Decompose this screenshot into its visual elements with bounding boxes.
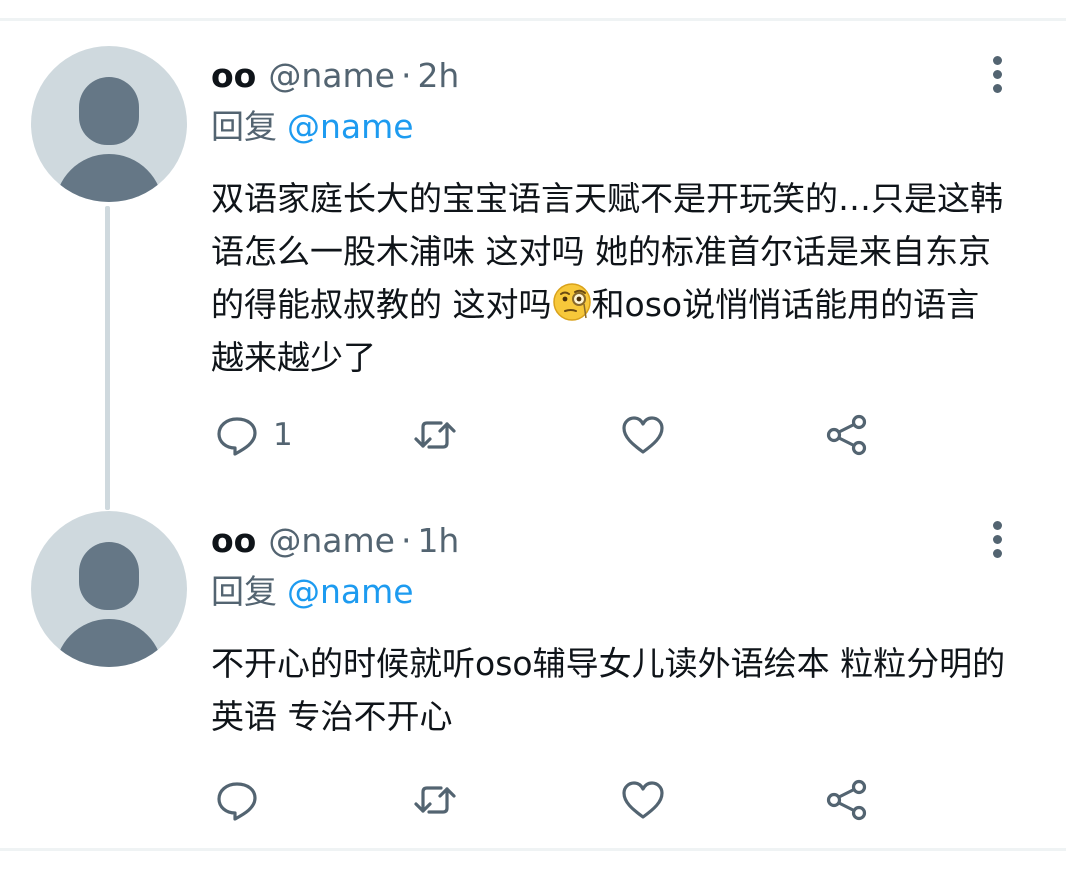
timestamp[interactable]: 1h — [417, 519, 459, 563]
more-vertical-icon[interactable] — [985, 519, 1011, 563]
heart-icon — [622, 781, 664, 819]
reply-bubble-icon — [217, 417, 257, 456]
display-name[interactable]: oo — [211, 519, 256, 563]
display-name[interactable]: oo — [211, 54, 256, 98]
avatar-head-shape — [79, 542, 139, 610]
reply-context: 回复 @name — [211, 105, 414, 149]
reply-mention-link[interactable]: @name — [287, 107, 414, 146]
share-icon — [826, 779, 867, 821]
separator-dot: · — [400, 521, 412, 560]
tweet-1[interactable]: oo @name · 2h 回复 @name 双语家庭长大的宝宝语言天赋不是开玩笑… — [0, 40, 1066, 500]
avatar-body-shape — [55, 619, 163, 667]
timestamp[interactable]: 2h — [417, 54, 459, 98]
like-button[interactable] — [619, 405, 667, 465]
tweet-header: oo @name · 1h — [211, 519, 459, 563]
avatar[interactable] — [31, 46, 187, 202]
face-with-monocle-icon — [552, 283, 591, 321]
reply-button[interactable] — [213, 770, 261, 830]
tweet-text: 双语家庭长大的宝宝语言天赋不是开玩笑的…只是这韩语怎么一股木浦味 这对吗 她的标… — [211, 172, 1011, 384]
avatar-head-shape — [79, 77, 139, 145]
reply-label: 回复 — [211, 107, 277, 146]
share-button[interactable] — [823, 770, 871, 830]
retweet-button[interactable] — [411, 405, 459, 465]
share-icon — [826, 414, 867, 456]
like-button[interactable] — [619, 770, 667, 830]
retweet-icon — [414, 786, 456, 814]
retweet-icon — [414, 421, 456, 449]
top-divider — [0, 18, 1066, 21]
bottom-divider — [0, 848, 1066, 851]
tweet-actions — [211, 770, 1011, 830]
reply-mention-link[interactable]: @name — [287, 572, 414, 611]
reply-button[interactable]: 1 — [213, 405, 293, 465]
avatar-body-shape — [55, 154, 163, 202]
reply-context: 回复 @name — [211, 570, 414, 614]
heart-icon — [622, 416, 664, 454]
separator-dot: · — [400, 56, 412, 95]
user-handle[interactable]: @name — [268, 54, 395, 98]
tweet-actions: 1 — [211, 405, 1011, 465]
tweet-text: 不开心的时候就听oso辅导女儿读外语绘本 粒粒分明的英语 专治不开心 — [211, 644, 1006, 736]
avatar[interactable] — [31, 511, 187, 667]
retweet-button[interactable] — [411, 770, 459, 830]
user-handle[interactable]: @name — [268, 519, 395, 563]
tweet-header: oo @name · 2h — [211, 54, 459, 98]
reply-label: 回复 — [211, 572, 277, 611]
share-button[interactable] — [823, 405, 871, 465]
tweet-2[interactable]: oo @name · 1h 回复 @name 不开心的时候就听oso辅导女儿读外语… — [0, 505, 1066, 845]
more-vertical-icon[interactable] — [985, 54, 1011, 98]
reply-bubble-icon — [217, 782, 257, 821]
reply-count: 1 — [273, 417, 293, 453]
